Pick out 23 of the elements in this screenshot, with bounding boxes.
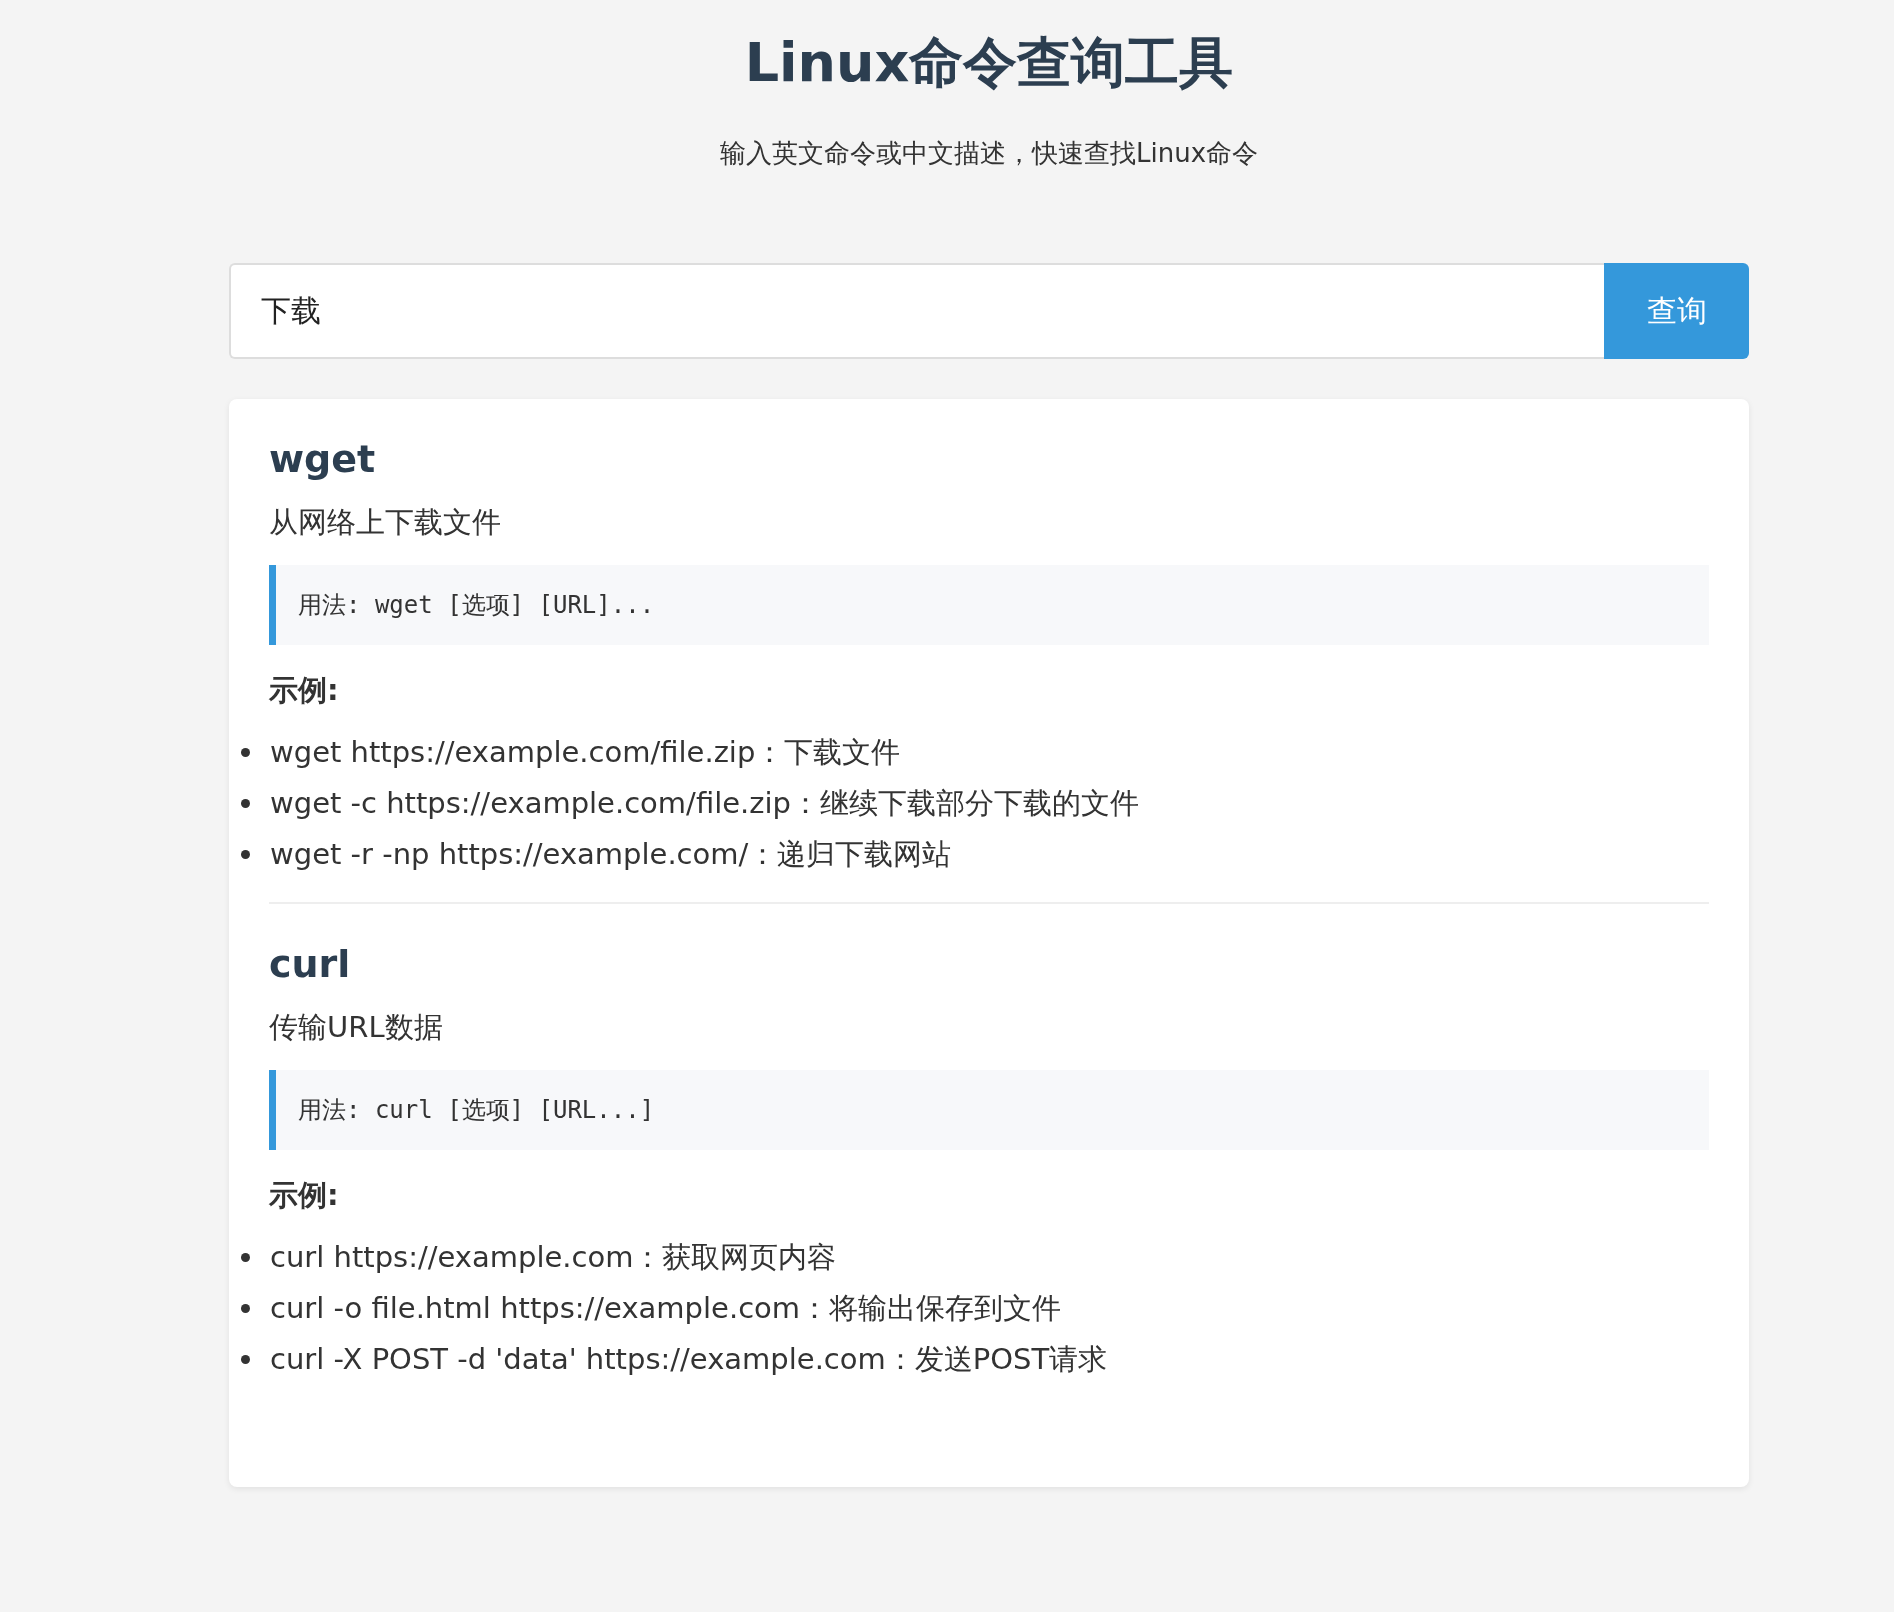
page-title: Linux命令查询工具: [743, 30, 1235, 96]
command-name: curl: [269, 942, 352, 987]
example-item: wget https://example.com/file.zip：下载文件: [270, 733, 901, 771]
examples-heading: 示例:: [269, 672, 340, 710]
bullet-icon: [241, 1253, 250, 1263]
page-subtitle: 输入英文命令或中文描述，快速查找Linux命令: [718, 137, 1260, 171]
example-item: wget -r -np https://example.com/：递归下载网站: [270, 835, 952, 873]
bullet-icon: [241, 799, 250, 809]
example-item: curl https://example.com：获取网页内容: [270, 1238, 837, 1276]
bullet-icon: [241, 1304, 250, 1314]
bullet-icon: [241, 748, 250, 758]
command-name: wget: [269, 437, 377, 482]
example-item: curl -o file.html https://example.com：将输出保存到文件: [270, 1289, 1062, 1327]
usage-block: 用法: wget [选项] [URL]...: [269, 565, 1709, 646]
example-item: curl -X POST -d 'data' https://example.com：发送POST请求: [270, 1340, 1108, 1378]
bullet-icon: [241, 850, 250, 860]
command-description: 从网络上下载文件: [269, 504, 502, 542]
search-field[interactable]: 下载: [229, 263, 1604, 360]
examples-heading: 示例:: [269, 1177, 340, 1215]
usage-block: 用法: curl [选项] [URL...]: [269, 1070, 1709, 1151]
bullet-icon: [241, 1355, 250, 1365]
command-description: 传输URL数据: [269, 1009, 444, 1047]
example-item: wget -c https://example.com/file.zip：继续下载部分下载的文件: [270, 784, 1139, 822]
